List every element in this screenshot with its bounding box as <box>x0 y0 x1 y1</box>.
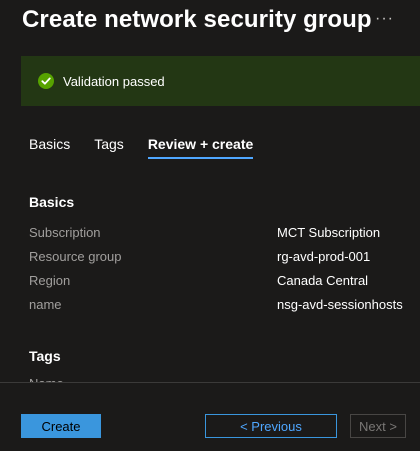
summary-value: MCT Subscription <box>277 225 381 240</box>
tab-basics[interactable]: Basics <box>29 136 70 159</box>
tags-section-title: Tags <box>29 348 61 364</box>
page-title: Create network security group <box>22 6 372 33</box>
tab-review-create[interactable]: Review + create <box>147 136 254 159</box>
summary-label: name <box>29 297 62 312</box>
tab-tags[interactable]: Tags <box>94 136 124 159</box>
validation-message: Validation passed <box>63 73 165 89</box>
create-nsg-blade: Create network security group ··· Valida… <box>0 0 420 451</box>
summary-value: rg-avd-prod-001 <box>277 249 371 264</box>
summary-label: Subscription <box>29 225 101 240</box>
summary-label: Resource group <box>29 249 122 264</box>
summary-value: nsg-avd-sessionhosts <box>277 297 403 312</box>
validation-banner: Validation passed <box>21 56 420 106</box>
footer-divider <box>0 382 420 383</box>
summary-value: Canada Central <box>277 273 369 288</box>
summary-label: Region <box>29 273 71 288</box>
create-button[interactable]: Create <box>21 414 101 438</box>
summary-row-name: name nsg-avd-sessionhosts <box>29 297 420 315</box>
blade-header: Create network security group <box>22 0 372 40</box>
summary-row-resource-group: Resource group rg-avd-prod-001 <box>29 249 420 267</box>
wizard-tabs: Basics Tags Review + create <box>29 136 277 159</box>
basics-section-title: Basics <box>29 194 75 210</box>
summary-row-subscription: Subscription MCT Subscription <box>29 225 420 243</box>
previous-button[interactable]: < Previous <box>205 414 337 438</box>
summary-row-region: Region Canada Central <box>29 273 420 291</box>
next-button[interactable]: Next > <box>350 414 406 438</box>
more-options-icon[interactable]: ··· <box>375 10 394 28</box>
checkmark-circle-icon <box>38 73 54 89</box>
